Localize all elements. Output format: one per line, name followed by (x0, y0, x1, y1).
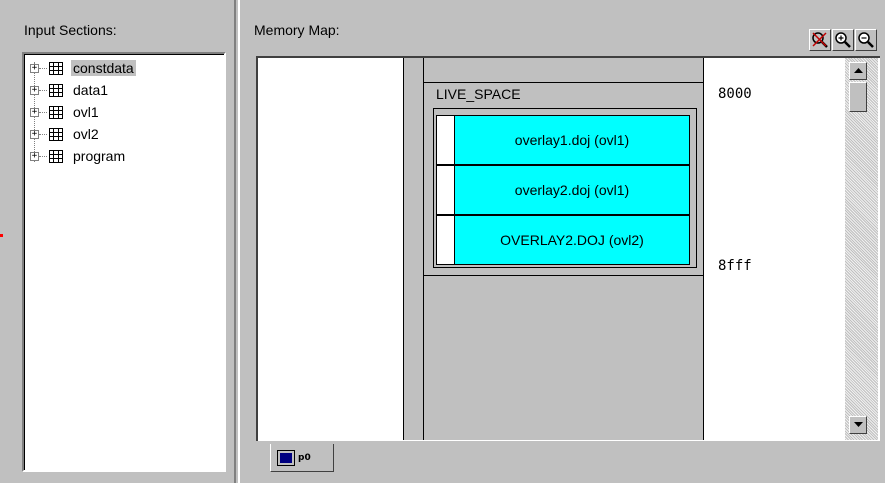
tree-item-label: ovl1 (73, 104, 99, 120)
segment-divider (424, 82, 704, 83)
section-grid-icon (49, 105, 63, 119)
input-sections-tree[interactable]: + constdata + data1 + ovl1 + ovl2 + prog… (22, 52, 226, 472)
overlay-row[interactable]: overlay2.doj (ovl1) (436, 165, 690, 215)
start-address: 8000 (718, 86, 752, 102)
tree-item-data1[interactable]: + data1 (30, 80, 110, 100)
tree-dash (39, 155, 47, 157)
tab-p0[interactable]: p0 (270, 444, 334, 472)
arrow-up-icon (853, 68, 863, 73)
section-grid-icon (49, 61, 63, 75)
tree-item-label: constdata (71, 60, 136, 76)
tree-item-ovl1[interactable]: + ovl1 (30, 102, 101, 122)
overlay-row-stub (437, 166, 455, 214)
zoom-in-button[interactable] (832, 29, 854, 51)
overlay-cell-3[interactable]: OVERLAY2.DOJ (ovl2) (455, 216, 689, 264)
input-sections-title: Input Sections: (24, 22, 117, 38)
live-space-label: LIVE_SPACE (436, 86, 521, 102)
scroll-down-button[interactable] (849, 416, 867, 434)
tree-dash (39, 133, 47, 135)
tab-label: p0 (298, 452, 311, 463)
tree-item-label: program (73, 148, 126, 164)
zoom-out-icon (858, 32, 874, 48)
overlay-row[interactable]: overlay1.doj (ovl1) (436, 115, 690, 165)
overlay-cell-2[interactable]: overlay2.doj (ovl1) (455, 166, 689, 214)
zoom-reset-icon (812, 32, 828, 48)
zoom-reset-button[interactable] (809, 29, 831, 51)
scroll-thumb[interactable] (849, 82, 867, 112)
memory-map-segment-bar (404, 58, 424, 440)
tree-item-ovl2[interactable]: + ovl2 (30, 124, 101, 144)
end-address: 8fff (718, 258, 752, 274)
overlay-row[interactable]: OVERLAY2.DOJ (ovl2) (436, 215, 690, 265)
section-grid-icon (49, 149, 63, 163)
overlay-cell-1[interactable]: overlay1.doj (ovl1) (455, 116, 689, 164)
overlay-row-stub (437, 216, 455, 264)
tree-item-label: ovl2 (73, 126, 99, 142)
expand-icon[interactable]: + (30, 107, 39, 117)
expand-icon[interactable]: + (30, 63, 39, 73)
expand-icon[interactable]: + (30, 151, 39, 161)
arrow-down-icon (853, 422, 863, 427)
scroll-up-button[interactable] (849, 62, 867, 80)
processor-icon (277, 449, 295, 466)
section-grid-icon (49, 83, 63, 97)
section-grid-icon (49, 127, 63, 141)
memory-map-left-column (258, 58, 404, 440)
segment-divider (424, 275, 704, 276)
tree-item-program[interactable]: + program (30, 146, 127, 166)
vertical-scrollbar[interactable] (845, 58, 878, 440)
splitter-marker (0, 234, 3, 237)
zoom-out-button[interactable] (855, 29, 877, 51)
tree-item-label: data1 (73, 82, 109, 98)
tree-dash (39, 89, 47, 91)
tree-dash (39, 111, 47, 113)
expand-icon[interactable]: + (30, 85, 39, 95)
expand-icon[interactable]: + (30, 129, 39, 139)
tree-dash (39, 67, 47, 69)
overlay-row-stub (437, 116, 455, 164)
address-column (705, 58, 845, 440)
zoom-in-icon (835, 32, 851, 48)
memory-map-title: Memory Map: (254, 22, 340, 38)
tree-item-constdata[interactable]: + constdata (30, 58, 136, 78)
